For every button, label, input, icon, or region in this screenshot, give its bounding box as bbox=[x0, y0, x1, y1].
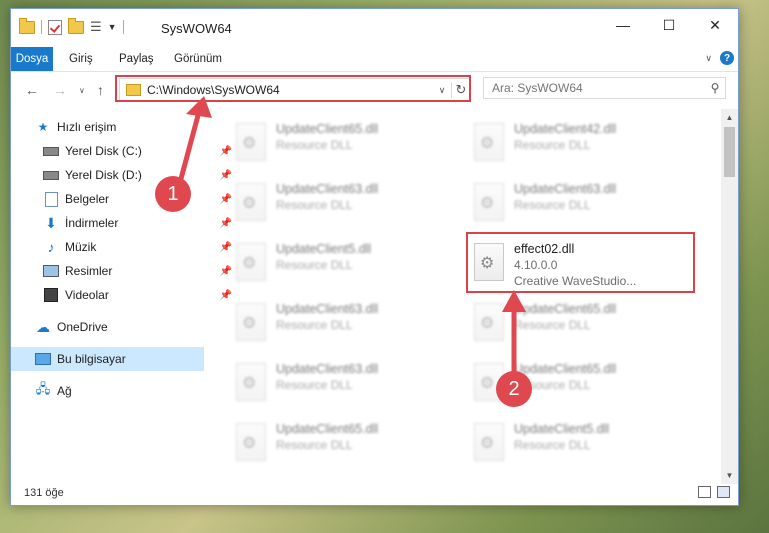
arrow-1-head bbox=[186, 96, 212, 118]
step-badge-1: 1 bbox=[155, 176, 191, 212]
annotation-arrows bbox=[175, 96, 526, 378]
arrow-2-head bbox=[502, 290, 526, 312]
step-badge-2: 2 bbox=[496, 371, 532, 407]
